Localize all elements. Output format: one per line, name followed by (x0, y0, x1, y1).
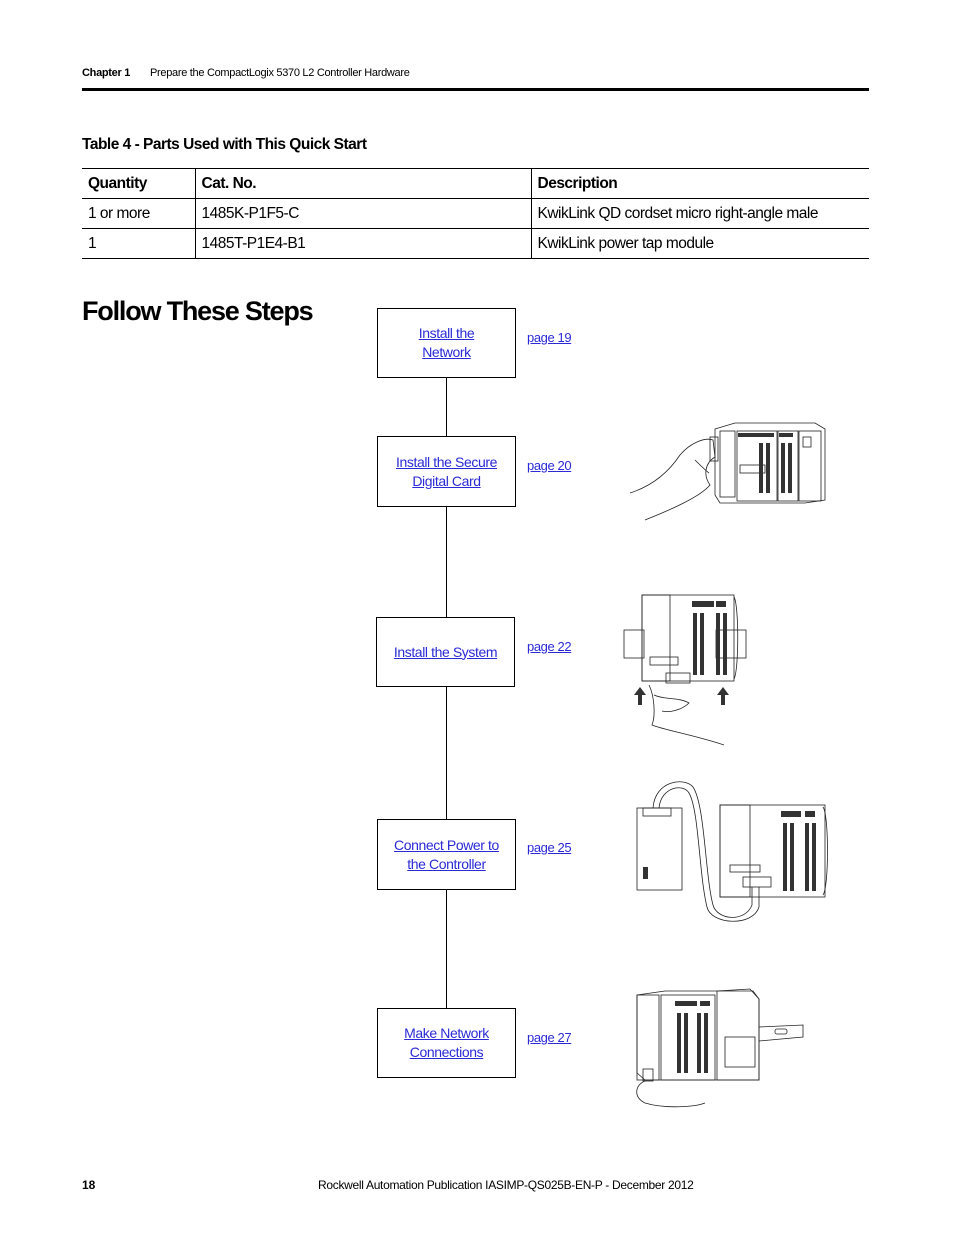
flow-connector (446, 507, 448, 617)
table-caption: Table 4 - Parts Used with This Quick Sta… (82, 136, 367, 153)
header-rule (82, 88, 869, 91)
connect-power-illustration (636, 781, 828, 922)
cell-quantity: 1 (82, 228, 195, 259)
page-link-22[interactable]: page 22 (527, 639, 572, 654)
flow-connector (446, 687, 448, 819)
page-link-25[interactable]: page 25 (527, 840, 572, 855)
step-box-network-connections: Make Network Connections (377, 1008, 516, 1078)
column-header-description: Description (530, 168, 869, 199)
page-link-20[interactable]: page 20 (527, 458, 572, 473)
chapter-title: Prepare the CompactLogix 5370 L2 Control… (150, 67, 410, 79)
cell-cat-no: 1485K-P1F5-C (194, 198, 531, 229)
table-row: 1 or more 1485K-P1F5-C KwikLink QD cords… (82, 198, 869, 229)
step-box-connect-power: Connect Power to the Controller (377, 819, 516, 890)
step-link-network-connections[interactable]: Make Network Connections (404, 1024, 489, 1062)
step-box-install-sd-card: Install the Secure Digital Card (377, 436, 516, 507)
step-link-install-sd-card[interactable]: Install the Secure Digital Card (396, 453, 497, 491)
step-box-install-network: Install the Network (377, 308, 516, 378)
column-header-cat-no: Cat. No. (194, 168, 531, 199)
flow-connector (446, 378, 448, 436)
table-row: 1 1485T-P1E4-B1 KwikLink power tap modul… (82, 228, 869, 259)
step-link-connect-power[interactable]: Connect Power to the Controller (394, 836, 499, 874)
install-system-illustration (623, 594, 747, 746)
page-number: 18 (82, 1178, 96, 1192)
cell-description: KwikLink QD cordset micro right-angle ma… (530, 198, 869, 229)
step-link-install-network[interactable]: Install the Network (419, 324, 475, 362)
cell-quantity: 1 or more (82, 198, 195, 229)
page-link-19[interactable]: page 19 (527, 330, 572, 345)
page-link-27[interactable]: page 27 (527, 1030, 572, 1045)
cell-description: KwikLink power tap module (530, 228, 869, 259)
step-link-install-system[interactable]: Install the System (394, 643, 498, 662)
column-header-quantity: Quantity (82, 168, 195, 199)
section-title: Follow These Steps (82, 296, 314, 326)
publication-info: Rockwell Automation Publication IASIMP-Q… (318, 1178, 694, 1192)
chapter-label: Chapter 1 (82, 67, 131, 79)
sd-card-insertion-illustration (629, 422, 826, 521)
network-connections-illustration (636, 988, 804, 1108)
table-header-row: Quantity Cat. No. Description (82, 168, 869, 199)
step-box-install-system: Install the System (376, 617, 515, 687)
cell-cat-no: 1485T-P1E4-B1 (194, 228, 531, 259)
flow-connector (446, 890, 448, 1008)
parts-table: Quantity Cat. No. Description 1 or more … (82, 168, 869, 259)
